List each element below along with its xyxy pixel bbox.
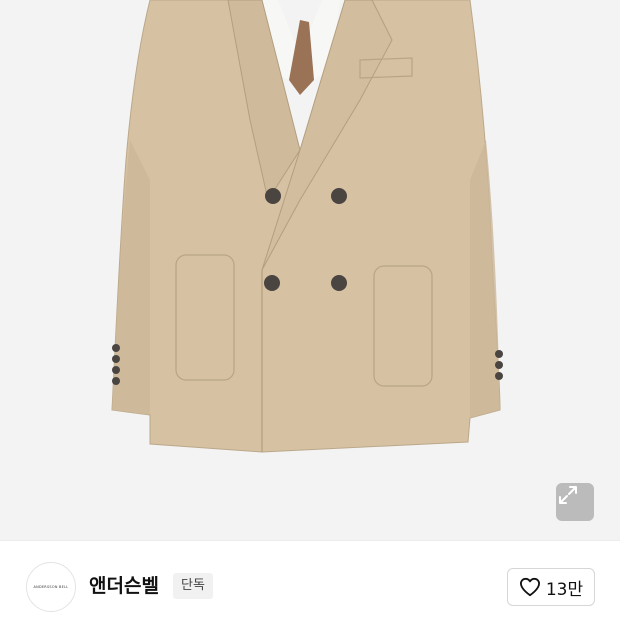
exclusive-badge: 단독: [173, 573, 213, 599]
product-image[interactable]: [0, 0, 620, 540]
expand-image-button[interactable]: [556, 483, 594, 521]
brand-logo-text: ANDERSSON BELL: [33, 585, 69, 589]
expand-icon: [559, 486, 577, 504]
like-count: 13만: [545, 579, 584, 600]
brand-bar: ANDERSSON BELL 앤더슨벨 단독 13만: [0, 540, 620, 620]
heart-outline-icon: [519, 577, 540, 597]
jacket-illustration: [111, 0, 503, 453]
like-button[interactable]: 13만: [507, 568, 595, 606]
brand-name[interactable]: 앤더슨벨: [89, 572, 159, 600]
brand-logo[interactable]: ANDERSSON BELL: [26, 562, 76, 612]
